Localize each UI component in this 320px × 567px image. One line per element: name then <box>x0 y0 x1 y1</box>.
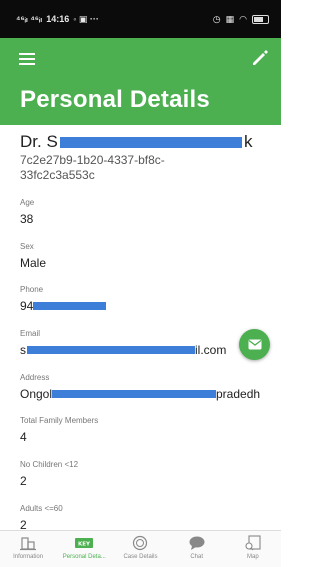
sex-label: Sex <box>20 242 34 251</box>
email-fab-button[interactable] <box>239 329 270 360</box>
battery-icon <box>252 14 269 24</box>
svg-text:KEY: KEY <box>78 542 91 548</box>
alarm-icon: ◷ <box>212 13 221 24</box>
nav-information[interactable]: Information <box>0 535 56 560</box>
edit-icon[interactable] <box>250 48 270 68</box>
app-bar: Personal Details <box>0 38 281 125</box>
name-redaction <box>60 137 242 148</box>
sex-value: Male <box>20 256 47 270</box>
address-start: Ongol <box>20 387 53 401</box>
address-value: Ongol pradedh <box>20 387 260 402</box>
nav-personal-details-label: Personal Deta... <box>62 554 106 560</box>
adults-label: Adults <=60 <box>20 504 63 513</box>
phone-value: 94 <box>20 299 106 314</box>
age-value: 38 <box>20 212 34 226</box>
profile-id: 7c2e27b9-1b20-4337-bf8c-33fc2c3a553c <box>20 153 165 182</box>
key-icon: KEY <box>74 535 94 551</box>
chat-icon <box>187 535 207 551</box>
notification-icons: ◦ ▣ ··· <box>73 13 99 24</box>
wifi-icon: ◠ <box>239 13 247 24</box>
network-icon: ▦ <box>225 13 235 24</box>
field-family-members: Total Family Members 4 <box>20 416 98 445</box>
field-age: Age 38 <box>20 198 34 227</box>
building-icon <box>18 535 38 551</box>
status-bar: ⁴⁶ᵢₗ ⁴⁶ᵢₗ 14:16 ◦ ▣ ··· ◷ ▦ ◠ <box>0 0 281 38</box>
profile-header: Dr. S k 7c2e27b9-1b20-4337-bf8c-33fc2c3a… <box>20 125 270 183</box>
phone-visible: 94 <box>20 299 34 313</box>
family-value: 4 <box>20 430 27 444</box>
field-children: No Children <12 2 <box>20 460 78 489</box>
nav-map[interactable]: Map <box>225 535 281 560</box>
family-label: Total Family Members <box>20 416 99 425</box>
nav-chat[interactable]: Chat <box>169 535 225 560</box>
phone-label: Phone <box>20 285 44 294</box>
bottom-navigation: Information KEY Personal Deta... Case De… <box>0 530 281 567</box>
age-label: Age <box>20 198 35 207</box>
nav-case-details[interactable]: Case Details <box>112 535 168 560</box>
name-prefix: Dr. S <box>20 132 58 151</box>
status-left: ⁴⁶ᵢₗ ⁴⁶ᵢₗ 14:16 ◦ ▣ ··· <box>16 14 99 25</box>
status-right: ◷ ▦ ◠ <box>213 14 269 25</box>
nav-information-label: Information <box>13 554 44 560</box>
page-title: Personal Details <box>20 86 210 113</box>
email-start: s <box>20 343 26 357</box>
children-value: 2 <box>20 474 27 488</box>
profile-name: Dr. S k <box>20 132 270 152</box>
name-suffix: k <box>244 132 253 151</box>
phone-redaction <box>33 302 106 310</box>
email-redaction <box>27 346 195 354</box>
email-end: il.com <box>195 343 227 357</box>
address-end: pradedh <box>216 387 261 401</box>
children-label: No Children <12 <box>20 460 79 469</box>
field-adults: Adults <=60 2 <box>20 504 63 533</box>
badge-icon <box>130 535 150 551</box>
field-phone: Phone 94 <box>20 285 106 314</box>
address-redaction <box>52 390 216 398</box>
email-value: s il.com <box>20 343 226 358</box>
field-sex: Sex Male <box>20 242 46 271</box>
nav-case-details-label: Case Details <box>123 554 158 560</box>
address-label: Address <box>20 373 50 382</box>
status-time: 14:16 <box>46 14 70 24</box>
mail-icon <box>248 339 261 350</box>
signal-indicator: ⁴⁶ᵢₗ ⁴⁶ᵢₗ <box>16 13 43 24</box>
field-email: Email s il.com <box>20 329 226 358</box>
nav-personal-details[interactable]: KEY Personal Deta... <box>56 535 112 560</box>
field-address: Address Ongol pradedh <box>20 373 260 402</box>
email-label: Email <box>20 329 41 338</box>
nav-chat-label: Chat <box>190 554 203 560</box>
map-icon <box>243 535 263 551</box>
menu-icon[interactable] <box>19 53 35 65</box>
nav-map-label: Map <box>247 554 259 560</box>
